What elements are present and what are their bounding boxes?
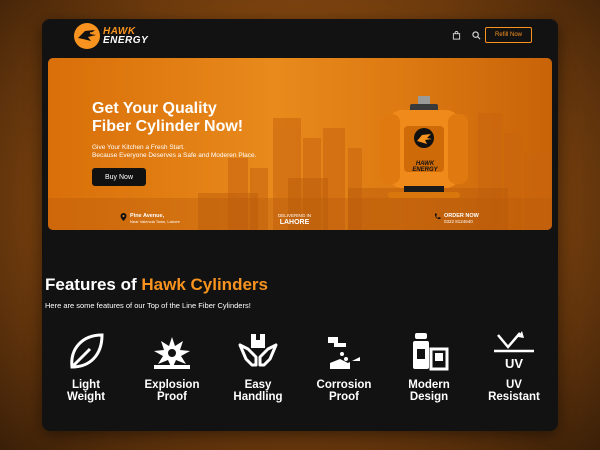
feature-easy-handling: Easy Handling [218,329,298,403]
info-delivering: DELIVERING IN LAHORE [278,213,312,226]
brand-logo[interactable]: HAWK ENERGY [74,23,148,49]
corrosion-icon [328,337,360,369]
hero-banner: Get Your Quality Fiber Cylinder Now! Giv… [48,58,552,230]
site-header: HAWK ENERGY Refill Now [42,19,558,53]
uv-icon: UV [494,331,534,371]
fiber-cylinder-image [380,96,468,198]
info-location: Pine Avenue, Near Valencia Town, Lahore [120,213,180,225]
explosion-icon [154,337,190,369]
location-pin-icon [120,213,127,221]
search-icon[interactable] [470,29,482,41]
hero-subtitle: Give Your Kitchen a Fresh Start. Because… [92,144,257,159]
svg-text:UV: UV [505,356,523,371]
hawk-logo-icon [74,23,100,49]
cylinder-label: HAWK ENERGY [412,161,438,173]
phone-icon [434,213,441,220]
features-title: Features of Hawk Cylinders [45,275,268,294]
leaf-icon [70,333,104,369]
refill-now-button[interactable]: Refill Now [485,27,532,43]
feature-modern-design: Modern Design [389,329,469,403]
hands-box-icon [238,334,278,367]
buy-now-button[interactable]: Buy Now [92,168,146,186]
feature-uv-resistant: UV UV Resistant [474,329,554,403]
features-subtitle: Here are some features of our Top of the… [45,301,251,310]
brand-line2: ENERGY [103,35,149,46]
info-order: ORDER NOW 0322 8124640 [434,213,479,225]
kitchen-icon [413,333,449,371]
cart-icon[interactable] [450,29,462,41]
feature-corrosion-proof: Corrosion Proof [304,329,384,403]
feature-light-weight: Light Weight [46,329,126,403]
browser-window: HAWK ENERGY Refill Now Get Your Quality … [42,19,558,431]
hero-title: Get Your Quality Fiber Cylinder Now! [92,100,244,135]
feature-explosion-proof: Explosion Proof [132,329,212,403]
